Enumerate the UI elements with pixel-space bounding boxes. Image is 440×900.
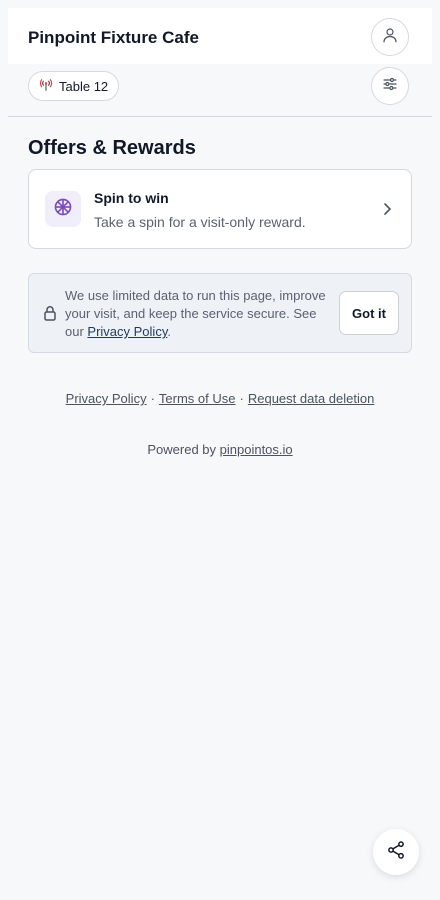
wheel-icon [53,197,73,222]
lock-icon [43,305,57,326]
powered-by-link[interactable]: pinpointos.io [220,442,293,457]
signal-tower-icon [39,78,53,95]
offer-description: Take a spin for a visit-only reward. [94,214,306,230]
share-button[interactable] [373,829,419,875]
offer-title: Spin to win [94,190,169,206]
venue-name: Pinpoint Fixture Cafe [28,28,199,47]
privacy-notice: We use limited data to run this page, im… [28,273,412,353]
account-button[interactable] [371,18,409,56]
offer-card-spin-to-win[interactable]: Spin to win Take a spin for a visit-only… [28,169,412,249]
chevron-right-icon [381,202,393,221]
footer-terms-link[interactable]: Terms of Use [159,391,236,406]
table-chip[interactable]: Table 12 [28,71,120,101]
user-icon [381,26,399,49]
top-header: Pinpoint Fixture Cafe [8,8,432,64]
footer-separator: · [150,391,155,406]
privacy-policy-inline-link[interactable]: Privacy Policy [87,324,167,339]
powered-prefix: Powered by [147,442,217,457]
powered-by: Powered by pinpointos.io [0,442,440,457]
footer-separator: · [239,391,244,406]
share-icon [386,840,406,865]
table-label: Table 12 [59,78,109,94]
privacy-notice-text: We use limited data to run this page, im… [65,287,337,341]
offer-icon-container [45,191,81,227]
got-it-button[interactable]: Got it [339,291,399,335]
sliders-icon [382,76,398,97]
footer-privacy-policy-link[interactable]: Privacy Policy [66,391,147,406]
footer-links: Privacy Policy · Terms of Use · Request data… [0,391,440,406]
section-title: Offers & Rewards [28,137,196,159]
header-divider [8,116,432,117]
privacy-text-end: . [167,324,171,339]
footer-data-deletion-link[interactable]: Request data deletion [248,391,374,406]
filter-button[interactable] [371,67,409,105]
